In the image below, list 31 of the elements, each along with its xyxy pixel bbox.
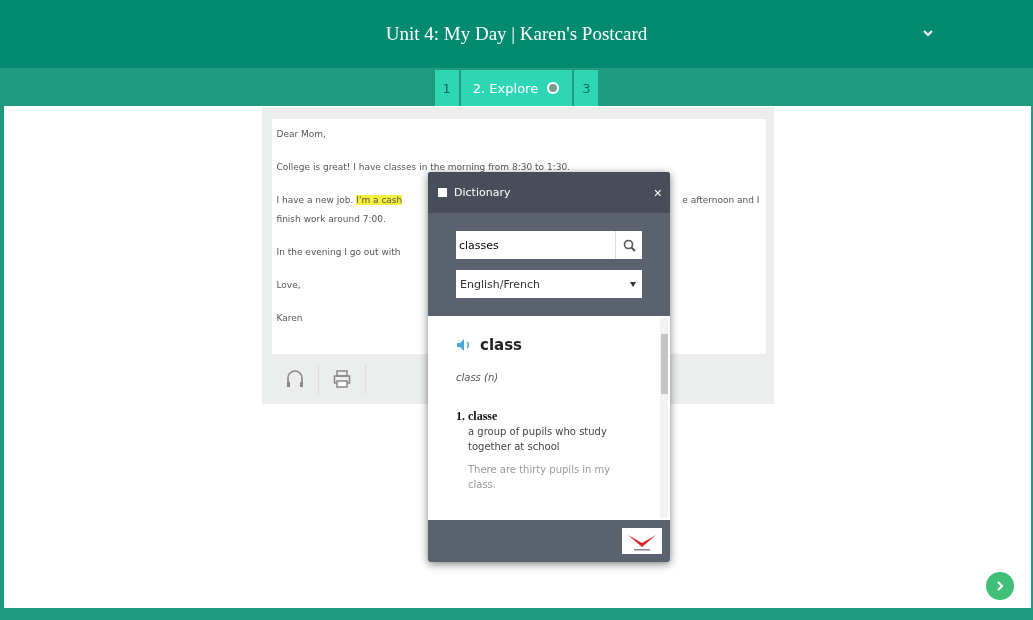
headphones-icon — [285, 369, 304, 389]
letter-text: Love, — [276, 279, 301, 292]
speaker-icon[interactable] — [456, 338, 472, 352]
search-button[interactable] — [615, 231, 642, 259]
headword: class — [480, 336, 522, 354]
printer-icon — [332, 369, 351, 389]
chevron-down-icon[interactable] — [923, 30, 933, 37]
publisher-logo — [622, 528, 662, 554]
letter-text: I have a new job. I'm a cash — [276, 194, 403, 207]
letter-text: finish work around 7:00. — [276, 213, 387, 226]
next-button[interactable] — [986, 572, 1014, 600]
book-icon — [438, 188, 447, 197]
sense-translation: 1. classe — [456, 409, 499, 424]
search-field[interactable]: classes — [456, 231, 615, 259]
chevron-right-icon — [995, 580, 1005, 592]
letter-text: Karen — [276, 312, 303, 325]
example-sentence: There are thirty pupils in my class. — [468, 463, 612, 492]
page-title: Unit 4: My Day | Karen's Postcard — [385, 23, 648, 45]
popup-title: Dictionary — [454, 186, 512, 199]
letter-text: College is great! I have classes in the morning from 8:30 to 1:30. — [276, 161, 570, 174]
dropdown-arrow-icon — [630, 281, 636, 287]
sense-definition: a group of pupils who study together at school — [468, 425, 608, 454]
letter-text: e afternoon and I — [682, 194, 760, 207]
progress-circle-icon — [546, 81, 561, 95]
letter-text: In the evening I go out with — [276, 246, 401, 259]
letter-text: Dear Mom, — [276, 128, 326, 141]
part-of-speech: class (n) — [456, 372, 500, 383]
language-select[interactable]: English/French — [456, 270, 642, 298]
search-icon — [622, 238, 636, 252]
scrollbar[interactable] — [660, 318, 668, 518]
close-button[interactable]: × — [653, 184, 662, 201]
